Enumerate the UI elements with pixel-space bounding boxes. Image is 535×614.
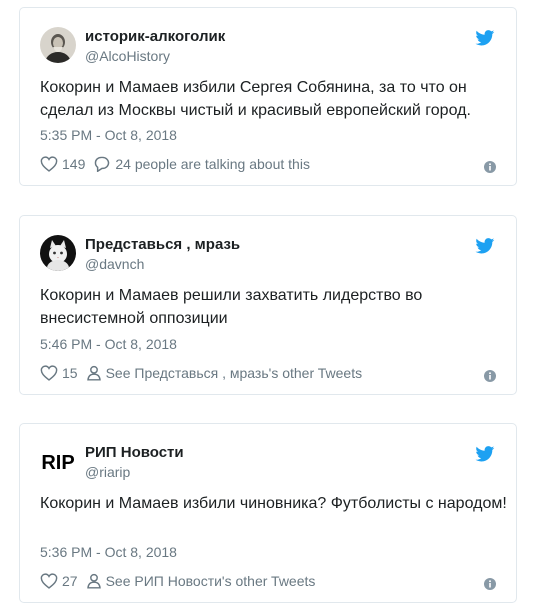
like-count: 149: [62, 156, 86, 172]
heart-icon: [40, 156, 58, 172]
cat-avatar-icon: [40, 235, 76, 271]
profile-link[interactable]: See Представься , мразь's other Tweets: [86, 365, 363, 381]
tweet-actions: 27 See РИП Новости's other Tweets: [40, 571, 323, 591]
tweet-actions: 149 24 people are talking about this: [40, 154, 318, 174]
author-handle[interactable]: @AlcoHistory: [85, 48, 170, 64]
like-button[interactable]: 149: [40, 156, 85, 172]
profile-link-text: See Представься , мразь's other Tweets: [105, 365, 363, 381]
portrait-avatar-icon: [40, 27, 76, 63]
heart-icon: [40, 573, 58, 589]
tweet-text: Кокорин и Мамаев решили захватить лидерс…: [40, 287, 423, 327]
tweet-card-alcohistory[interactable]: историк-алкоголик @AlcoHistory Кокорин и…: [19, 7, 517, 186]
tweet-text: Кокорин и Мамаев избили чиновника? Футбо…: [40, 495, 507, 512]
profile-link[interactable]: See РИП Новости's other Tweets: [86, 573, 316, 589]
tweet-timestamp[interactable]: 5:46 PM - Oct 8, 2018: [40, 336, 177, 352]
author-handle[interactable]: @davnch: [85, 256, 144, 272]
like-button[interactable]: 15: [40, 365, 78, 381]
like-count: 15: [62, 365, 78, 381]
avatar[interactable]: [40, 235, 76, 271]
info-icon[interactable]: [484, 370, 496, 382]
tweet-actions: 15 See Представься , мразь's other Tweet…: [40, 363, 370, 383]
like-button[interactable]: 27: [40, 573, 78, 589]
person-icon: [86, 573, 101, 589]
tweet-timestamp[interactable]: 5:36 PM - Oct 8, 2018: [40, 544, 177, 560]
profile-link-text: See РИП Новости's other Tweets: [105, 573, 316, 589]
rip-logo-text: RIP: [41, 452, 74, 474]
twitter-bird-icon[interactable]: [475, 238, 495, 254]
heart-icon: [40, 365, 58, 381]
person-icon: [86, 365, 101, 381]
twitter-bird-icon[interactable]: [475, 446, 495, 462]
tweet-card-riarip[interactable]: RIP РИП Новости @riarip Кокорин и Мамаев…: [19, 423, 517, 603]
tweet-text: Кокорин и Мамаев избили Сергея Собянина,…: [40, 79, 471, 119]
tweet-timestamp[interactable]: 5:35 PM - Oct 8, 2018: [40, 127, 177, 143]
info-icon[interactable]: [484, 578, 496, 590]
like-count: 27: [62, 573, 78, 589]
conversation-text: 24 people are talking about this: [115, 156, 310, 172]
author-name[interactable]: РИП Новости: [85, 444, 184, 461]
author-name[interactable]: историк-алкоголик: [85, 28, 225, 45]
avatar[interactable]: [40, 27, 76, 63]
tweet-card-davnch[interactable]: Представься , мразь @davnch Кокорин и Ма…: [19, 215, 517, 395]
info-icon[interactable]: [484, 161, 496, 173]
author-handle[interactable]: @riarip: [85, 464, 130, 480]
conversation-link[interactable]: 24 people are talking about this: [93, 156, 310, 172]
avatar[interactable]: RIP: [40, 443, 76, 479]
author-name[interactable]: Представься , мразь: [85, 236, 240, 253]
twitter-bird-icon[interactable]: [475, 30, 495, 46]
rip-logo-icon: RIP: [40, 443, 76, 479]
comment-icon: [95, 156, 110, 172]
